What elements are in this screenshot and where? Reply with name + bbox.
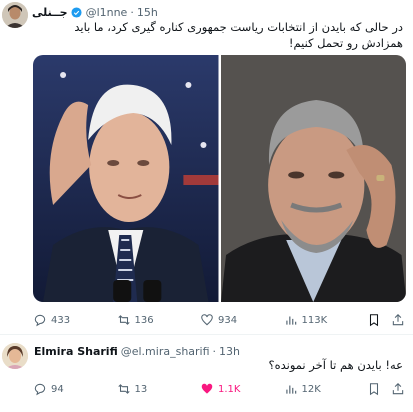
media-image-2[interactable] (220, 55, 406, 302)
repost-icon (117, 384, 130, 394)
like-count: 1.1K (218, 383, 241, 395)
repost-button[interactable]: 136 (117, 313, 201, 327)
reply-button[interactable]: 94 (33, 382, 117, 396)
views-button[interactable]: 12K (284, 382, 368, 396)
like-button[interactable]: 934 (200, 313, 284, 327)
share-icon[interactable] (391, 382, 405, 396)
like-icon (201, 314, 213, 326)
views-button[interactable]: 113K (284, 313, 368, 327)
views-icon (285, 385, 296, 394)
avatar[interactable] (2, 343, 28, 369)
tweet-actions: 433 136 934 113K (33, 312, 405, 328)
tweet-header: جــنلی @l1nne · 15h (32, 4, 161, 20)
timestamp[interactable]: 13h (219, 345, 240, 358)
separator-dot: · (212, 344, 217, 358)
reply-button[interactable]: 433 (33, 313, 117, 327)
repost-icon (117, 315, 130, 325)
verified-badge-icon (71, 6, 82, 18)
tweet-text: عه! بایدن هم تا آخر نمونده؟ (268, 358, 403, 372)
views-count: 12K (301, 383, 321, 395)
repost-count: 136 (134, 314, 154, 326)
tweet-secondary-actions (367, 313, 405, 327)
views-icon (285, 316, 296, 325)
media-image-1[interactable] (33, 55, 219, 302)
display-name[interactable]: Elmira Sharifi (34, 345, 118, 358)
divider (0, 334, 413, 335)
tweet-text: در حالی که بایدن از انتخابات ریاست جمهور… (74, 20, 403, 50)
tweet-actions: 94 13 1.1K 12K (33, 381, 405, 397)
reply-icon (34, 314, 46, 327)
tweet-1[interactable]: جــنلی @l1nne · 15h در حالی که بایدن از … (0, 0, 413, 333)
tweet-secondary-actions (367, 382, 405, 396)
bookmark-icon[interactable] (367, 313, 381, 327)
media-grid[interactable] (33, 55, 406, 302)
like-button[interactable]: 1.1K (200, 382, 284, 396)
views-count: 113K (301, 314, 328, 326)
separator-dot: · (130, 5, 134, 19)
reply-count: 94 (51, 383, 64, 395)
bookmark-icon[interactable] (367, 382, 381, 396)
timestamp[interactable]: 15h (137, 6, 158, 19)
like-icon (201, 383, 213, 394)
like-count: 934 (218, 314, 238, 326)
handle[interactable]: @l1nne (86, 6, 128, 19)
repost-count: 13 (134, 383, 148, 395)
repost-button[interactable]: 13 (117, 382, 201, 396)
display-name[interactable]: جــنلی (32, 6, 68, 19)
reply-count: 433 (51, 314, 71, 326)
share-icon[interactable] (391, 313, 405, 327)
reply-icon (34, 383, 46, 396)
handle[interactable]: @el.mira_sharifi (121, 345, 210, 358)
avatar[interactable] (2, 2, 28, 28)
